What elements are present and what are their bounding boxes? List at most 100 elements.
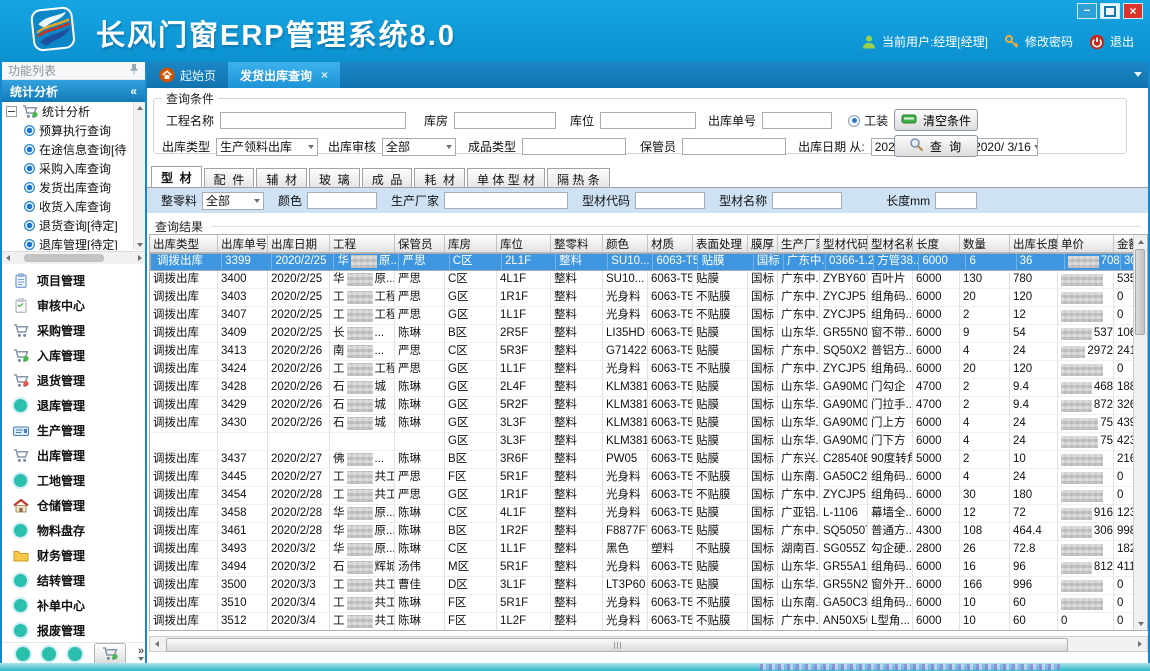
column-header[interactable]: 型材代码 [820,235,868,252]
column-header[interactable]: 出库单号 [218,235,268,252]
table-scroll-right-button[interactable] [1134,638,1145,650]
module-dot-icon[interactable] [42,647,56,661]
column-header[interactable]: 膜厚 [748,235,778,252]
table-row[interactable]: 调拨出库34612020/2/28华原...陈琳B区1R2F整料F8877FT6… [150,523,1147,541]
table-row[interactable]: 调拨出库34032020/2/25工工程严思G区1R1F整料光身料6063-T5… [150,289,1147,307]
table-hscroll-thumb[interactable] [166,638,1068,652]
table-row[interactable]: 调拨出库34282020/2/26石城陈琳G区2L4F整料KLM38176063… [150,379,1147,397]
table-row[interactable]: 调拨出库34002020/2/25华原...严思C区4L1F整料SU10...6… [150,271,1147,289]
material-tab[interactable]: 隔 热 条 [547,168,610,188]
sidebar-menu-item[interactable]: 生产管理 [2,418,145,443]
sidebar-menu-item[interactable]: 补单中心 [2,593,145,618]
column-header[interactable]: 型材名称 [868,235,913,252]
logout-button[interactable]: 退出 [1089,33,1134,50]
tree-item[interactable]: 采购入库查询 [2,159,145,178]
close-button[interactable]: × [1123,3,1143,19]
sidebar-menu-item[interactable]: 项目管理 [2,268,145,293]
sidebar-menu-item[interactable]: 工地管理 [2,468,145,493]
sidebar-menu-item[interactable]: 结转管理 [2,568,145,593]
pin-icon[interactable] [129,63,139,78]
search-button[interactable]: 查 询 [894,135,978,157]
sidebar-menu-item[interactable]: 报废管理 [2,618,145,643]
column-header[interactable]: 长度 [913,235,960,252]
module-dot-icon[interactable] [68,647,82,661]
table-row[interactable]: 调拨出库35122020/3/4工共工程陈琳F区1L2F整料光身料6063-T5… [150,613,1147,631]
table-row[interactable]: 调拨出库34542020/2/28工共工程严思G区1R1F整料光身料6063-T… [150,487,1147,505]
house-input[interactable] [454,112,556,129]
column-header[interactable]: 生产厂家 [778,235,820,252]
table-row[interactable]: 调拨出库34292020/2/26石城陈琳G区5R2F整料KLM38176063… [150,397,1147,415]
column-header[interactable]: 库房 [445,235,497,252]
material-tab[interactable]: 玻 璃 [309,168,360,188]
color-input[interactable] [307,192,377,209]
clear-conditions-button[interactable]: 清空条件 [894,109,978,131]
tree-scroll-right-button[interactable] [134,253,145,263]
column-header[interactable]: 出库长度 [1010,235,1058,252]
module-cart-button[interactable] [94,643,126,664]
minimize-button[interactable]: − [1077,3,1097,19]
tab-close-icon[interactable]: × [321,68,328,82]
table-row[interactable]: 调拨出库34582020/2/28华原...陈琳C区4L1F整料光身料6063-… [150,505,1147,523]
table-row[interactable]: 调拨出库35002020/3/3工共工程曹佳D区3L1F整料LT3P606063… [150,577,1147,595]
column-header[interactable]: 工程 [330,235,395,252]
table-row[interactable]: 调拨出库34302020/2/26石城陈琳G区3L3F整料KLM38176063… [150,415,1147,433]
column-header[interactable]: 整零料 [551,235,603,252]
material-tab[interactable]: 型 材 [151,166,202,188]
table-row[interactable]: G区3L3F整料KLM38176063-T5贴膜国标山东华...GA90M09.… [150,433,1147,451]
location-input[interactable] [600,112,696,129]
sidebar-menu-item[interactable]: 仓储管理 [2,493,145,518]
change-password-button[interactable]: 修改密码 [1004,33,1073,50]
tab-active[interactable]: 发货出库查询× [228,62,340,88]
column-header[interactable]: 保管员 [395,235,445,252]
sidebar-menu-item[interactable]: 财务管理 [2,543,145,568]
table-row[interactable]: 调拨出库34092020/2/25长...陈琳B区2R5F整料LI35HD606… [150,325,1147,343]
column-header[interactable]: 数量 [960,235,1010,252]
audit-select[interactable]: 全部 [382,138,456,156]
date-to-select[interactable]: 2020/ 3/16 [970,138,1038,156]
length-input[interactable] [935,192,977,209]
material-tab[interactable]: 辅 材 [256,168,307,188]
tree-item[interactable]: 退货查询[待定] [2,216,145,235]
name-input[interactable] [772,192,842,209]
mfr-input[interactable] [444,192,568,209]
table-row[interactable]: 调拨出库34072020/2/25工工程严思G区1L1F整料光身料6063-T5… [150,307,1147,325]
tree-scroll-down-button[interactable] [134,239,145,250]
sidebar-menu-item[interactable]: 采购管理 [2,318,145,343]
material-tab[interactable]: 单 体 型 材 [467,168,545,188]
table-row[interactable]: 调拨出库33992020/2/25华原...严思C区2L1F整料SU10...6… [150,253,1147,271]
tree-hscroll-thumb[interactable] [24,254,104,262]
table-row[interactable]: 调拨出库34132020/2/26南...严思C区5R3F整料G71422606… [150,343,1147,361]
whole-select[interactable]: 全部 [202,192,264,210]
table-vscroll-thumb[interactable] [1135,249,1145,335]
radio-gongzhuang[interactable]: 工装 [848,112,888,129]
table-row[interactable]: 调拨出库34372020/2/27佛...陈琳B区3R6F整料PW056063-… [150,451,1147,469]
sidebar-menu-item[interactable]: 审核中心 [2,293,145,318]
out-no-input[interactable] [762,112,832,129]
tree-item[interactable]: 预算执行查询 [2,121,145,140]
product-type-input[interactable] [522,138,626,155]
material-tab[interactable]: 耗 材 [414,168,465,188]
sidebar-menu-item[interactable]: 退库管理 [2,393,145,418]
more-modules-button[interactable]: » [138,647,144,661]
table-row[interactable]: 调拨出库34932020/3/2华原...陈琳C区1L1F整料黑色塑料不贴膜国标… [150,541,1147,559]
sidebar-menu-item[interactable]: 物料盘存 [2,518,145,543]
project-name-input[interactable] [220,112,406,129]
expander-icon[interactable] [6,106,17,117]
tree-item[interactable]: 在途信息查询[待 [2,140,145,159]
tree-item[interactable]: 发货出库查询 [2,178,145,197]
sidebar-menu-item[interactable]: 退货管理 [2,368,145,393]
out-type-select[interactable]: 生产领料出库 [216,138,318,156]
table-row[interactable]: 调拨出库35102020/3/4工共工程陈琳F区5R1F整料光身料6063-T5… [150,595,1147,613]
maximize-button[interactable] [1100,3,1120,19]
table-scroll-up-button[interactable] [1134,235,1147,248]
column-header[interactable]: 出库类型 [150,235,218,252]
column-header[interactable]: 出库日期 [268,235,330,252]
table-scroll-left-button[interactable] [151,638,162,650]
collapse-icon[interactable]: « [130,84,137,98]
sidebar-menu-item[interactable]: 入库管理 [2,343,145,368]
tree-item[interactable]: 收货入库查询 [2,197,145,216]
table-row[interactable]: 调拨出库34242020/2/26工工程严思G区1L1F整料光身料6063-T5… [150,361,1147,379]
material-tab[interactable]: 成 品 [362,168,413,188]
code-input[interactable] [635,192,705,209]
column-header[interactable]: 材质 [648,235,693,252]
